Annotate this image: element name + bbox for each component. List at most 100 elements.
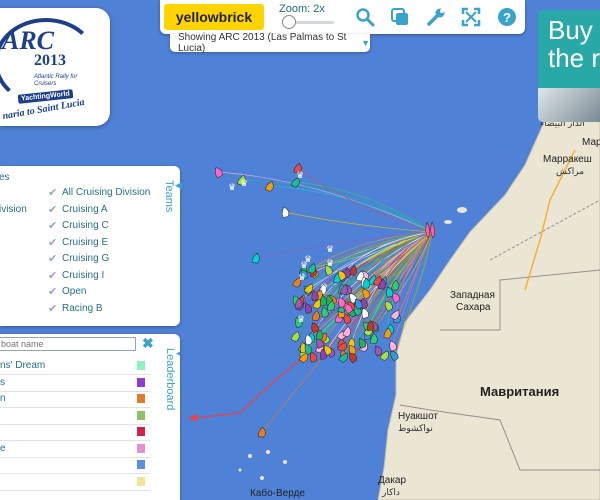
dropdown-arrow-icon: ▼ xyxy=(361,38,370,48)
cape-verde-island xyxy=(260,476,264,480)
boat-color-swatch xyxy=(137,460,145,469)
teams-cutoff-label: ivision xyxy=(0,204,27,215)
checkmark-icon: ✔ xyxy=(48,286,58,298)
team-filter-item[interactable]: ✔ All Cruising Division xyxy=(48,186,150,199)
cape-verde-island xyxy=(238,468,242,472)
team-filter-label: Cruising C xyxy=(62,220,109,231)
boat-search-input[interactable] xyxy=(0,337,136,351)
yellowbrick-logo-button[interactable]: yellowbrick xyxy=(164,4,264,30)
canary-island xyxy=(444,220,452,224)
leaderboard-row[interactable]: n xyxy=(0,391,150,408)
team-filter-item[interactable]: ✔ Racing B xyxy=(48,302,103,315)
crown-icon[interactable]: ♛ xyxy=(296,171,304,181)
leaderboard-row[interactable] xyxy=(0,408,150,425)
boat-color-swatch xyxy=(137,427,145,436)
leaderboard-tab-label: Leaderboard xyxy=(164,348,176,411)
boat-color-swatch xyxy=(137,443,145,453)
team-filter-label: Cruising I xyxy=(62,269,105,281)
zoom-slider-handle[interactable] xyxy=(281,15,296,29)
team-filter-label: All Cruising Division xyxy=(62,187,151,198)
teams-tab-label: Teams xyxy=(163,180,175,213)
crown-icon[interactable]: ♛ xyxy=(297,315,305,325)
team-filter-item[interactable]: ✔ Cruising C xyxy=(48,219,109,232)
advert-text: Buy the r xyxy=(548,15,600,73)
boat-color-swatch xyxy=(137,410,145,420)
crown-icon[interactable]: ♛ xyxy=(320,283,328,293)
map-label: Нуакшот xyxy=(398,411,438,422)
event-selector[interactable]: Showing ARC 2013 (Las Palmas to St Lucia… xyxy=(170,32,370,54)
boat-color-swatch xyxy=(137,476,145,486)
logo-subtitle: Atlantic Rally for Cruisers xyxy=(34,74,78,87)
crown-icon[interactable]: ♛ xyxy=(326,245,334,255)
teams-panel: es ivision ✔ All Cruising Division ✔ Cruisi… xyxy=(0,166,182,326)
search-icon[interactable] xyxy=(354,6,376,28)
boat-name: s xyxy=(0,376,5,388)
leaderboard-panel: ✖ ns' Dream sn e ◀ Leaderboard xyxy=(0,334,180,500)
boat-name: n xyxy=(0,393,6,404)
clear-search-icon[interactable]: ✖ xyxy=(142,335,154,352)
teams-tab[interactable]: ◀ Teams xyxy=(163,180,182,212)
zoom-label: Zoom: 2x xyxy=(279,3,325,15)
leaderboard-tab[interactable]: ◀ Leaderboard xyxy=(164,348,180,410)
team-filter-label: Cruising A xyxy=(62,203,108,215)
team-filter-label: Cruising G xyxy=(62,253,110,264)
crown-icon[interactable]: ♛ xyxy=(240,179,248,189)
checkmark-icon: ✔ xyxy=(48,220,58,232)
leaderboard-row[interactable]: ns' Dream xyxy=(0,358,150,375)
leaderboard-row[interactable]: e xyxy=(0,441,150,458)
crown-icon[interactable]: ♛ xyxy=(228,183,236,193)
crown-icon[interactable]: ♛ xyxy=(326,259,334,269)
map-label: مراكش xyxy=(556,166,585,176)
team-filter-label: Open xyxy=(62,286,87,297)
event-selector-label: Showing ARC 2013 (Las Palmas to St Lucia… xyxy=(178,32,347,54)
boat-name: ns' Dream xyxy=(0,360,46,371)
crown-icon[interactable]: ♛ xyxy=(298,273,306,283)
team-filter-item[interactable]: ✔ Open xyxy=(48,285,86,298)
leaderboard-row[interactable] xyxy=(0,457,150,474)
collapse-arrow-icon: ◀ xyxy=(175,180,182,190)
boat-color-swatch xyxy=(137,394,145,403)
cape-verde-island xyxy=(248,454,252,458)
boat-color-swatch xyxy=(137,361,145,370)
team-filter-item[interactable]: ✔ Cruising E xyxy=(48,236,108,249)
map-label: داكار xyxy=(382,487,400,497)
team-filter-item[interactable]: ✔ Cruising I xyxy=(48,269,104,282)
checkmark-icon: ✔ xyxy=(48,269,58,282)
map-label: نواكشوط xyxy=(398,423,433,433)
teams-cutoff-label: es xyxy=(0,172,10,183)
boat-name: e xyxy=(0,442,6,454)
checkmark-icon: ✔ xyxy=(48,253,58,265)
wrench-icon[interactable] xyxy=(425,6,447,28)
map-label: Марракеш xyxy=(543,154,592,165)
map-label: Дакар xyxy=(378,475,407,486)
team-filter-label: Racing B xyxy=(62,302,103,314)
leaderboard-row[interactable]: s xyxy=(0,375,150,392)
advert-image xyxy=(538,88,600,122)
boat-color-swatch xyxy=(137,377,145,387)
logo-year: 2013 xyxy=(34,52,66,69)
map-label: Сахара xyxy=(456,302,491,313)
svg-text:?: ? xyxy=(503,10,511,25)
layers-icon[interactable] xyxy=(389,6,411,28)
checkmark-icon: ✔ xyxy=(48,203,58,216)
cape-verde-island xyxy=(283,460,287,464)
event-logo[interactable]: ARC 2013 Atlantic Rally for Cruisers Yac… xyxy=(0,8,110,126)
collapse-arrow-icon: ◀ xyxy=(176,348,180,358)
checkmark-icon: ✔ xyxy=(48,236,58,249)
team-filter-item[interactable]: ✔ Cruising A xyxy=(48,203,108,216)
crown-icon[interactable]: ♛ xyxy=(300,261,308,271)
team-filter-label: Cruising E xyxy=(62,236,109,248)
checkmark-icon: ✔ xyxy=(48,302,58,315)
team-filter-item[interactable]: ✔ Cruising G xyxy=(48,252,109,265)
map-label: Маро xyxy=(582,137,600,148)
fullscreen-icon[interactable] xyxy=(460,6,482,28)
leaderboard-row[interactable] xyxy=(0,424,150,441)
map-label: Кабо-Верде xyxy=(250,488,305,499)
map-label: Западная xyxy=(450,290,495,301)
checkmark-icon: ✔ xyxy=(48,187,58,199)
help-icon[interactable]: ? xyxy=(496,6,518,28)
cape-verde-island xyxy=(266,450,270,454)
leaderboard-row[interactable] xyxy=(0,474,150,491)
map-label: Мавритания xyxy=(480,384,560,399)
advert-banner[interactable]: Buy the r xyxy=(538,10,600,122)
